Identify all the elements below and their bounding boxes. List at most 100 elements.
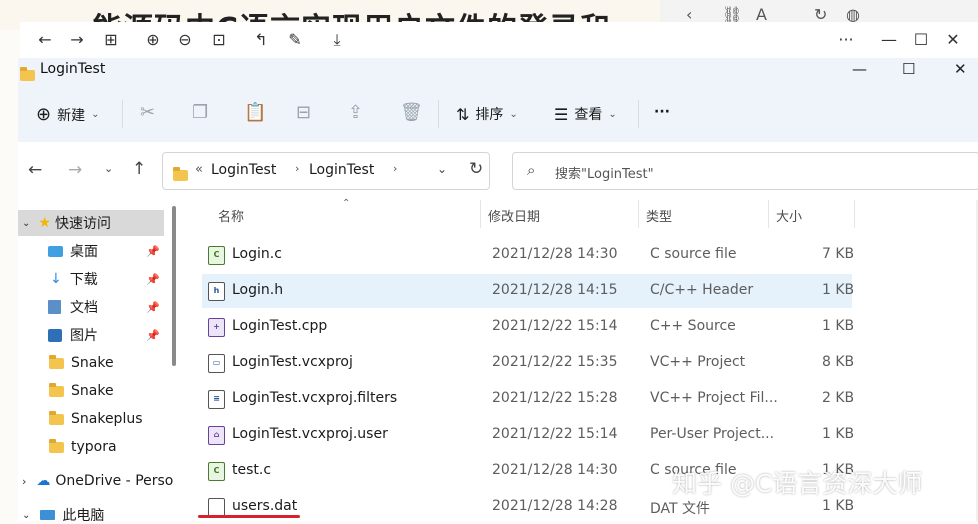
file-row[interactable]: C Login.c 2021/12/28 14:30 C source file… — [202, 238, 855, 272]
more-button[interactable]: ··· — [835, 30, 857, 50]
file-row[interactable]: ▭ LoginTest.vcxproj 2021/12/22 15:35 VC+… — [202, 346, 854, 380]
sidebar-item-quick-access[interactable]: ⌄ ★ 快速访问 — [18, 210, 164, 236]
file-row[interactable]: + LoginTest.cpp 2021/12/22 15:14 C++ Sou… — [202, 310, 854, 344]
sidebar-scrollbar[interactable] — [172, 206, 176, 366]
recent-locations-icon[interactable]: ⌄ — [104, 162, 113, 175]
fit-icon[interactable]: ⊡ — [208, 30, 230, 50]
file-type: DAT 文件 — [650, 501, 711, 517]
file-name: test.c — [232, 462, 272, 478]
chevron-down-icon: ⌄ — [91, 109, 100, 120]
sidebar-item-label: 桌面 — [70, 244, 98, 260]
save-icon[interactable]: ⤓ — [326, 30, 348, 50]
sidebar-item-label: 快速访问 — [54, 216, 111, 232]
rename-icon[interactable]: ⊟ — [296, 102, 311, 123]
more-options-button[interactable]: ··· — [654, 104, 670, 120]
watermark: 知乎 @C语言资深大师 — [672, 469, 923, 498]
sidebar-item-downloads[interactable]: ↓ 下载 📌 — [18, 266, 164, 292]
forward-icon[interactable]: → — [68, 160, 82, 180]
highlight-underline — [198, 515, 300, 518]
file-row[interactable]: h Login.h 2021/12/28 14:15 C/C++ Header … — [202, 274, 854, 308]
chevron-down-icon[interactable]: ⌄ — [22, 218, 30, 229]
sidebar-item-snakeplus[interactable]: Snakeplus — [18, 406, 164, 432]
sidebar-item-this-pc[interactable]: ⌄ 此电脑 — [18, 502, 164, 521]
header-file-icon: h — [208, 282, 225, 301]
sidebar-item-pictures[interactable]: 图片 📌 — [18, 322, 164, 348]
minimize-icon[interactable]: — — [878, 30, 900, 50]
folder-icon — [20, 66, 35, 85]
refresh-icon[interactable]: ↻ — [469, 159, 483, 179]
view-button-label: 查看 — [574, 107, 603, 123]
sidebar-item-snake[interactable]: Snake — [18, 378, 164, 404]
folder-icon — [173, 166, 188, 185]
document-icon — [48, 300, 61, 314]
navigation-pane: ⌄ ★ 快速访问 桌面 📌 ↓ 下载 📌 文档 📌 图片 📌 Snake Sna… — [18, 200, 176, 521]
cpp-file-icon: + — [208, 318, 225, 337]
sort-ascending-icon: ⌃ — [342, 198, 351, 209]
back-icon[interactable]: ← — [28, 160, 42, 180]
folder-icon — [49, 354, 64, 369]
viewer-toolbar: ← → ⊞ ⊕ ⊖ ⊡ ↰ ✎ ⤓ ··· — ☐ ✕ — [20, 22, 978, 59]
minimize-icon[interactable]: — — [852, 60, 867, 78]
cut-icon[interactable]: ✂ — [140, 102, 155, 123]
title-bar: LoginTest — ☐ ✕ — [18, 58, 978, 86]
sidebar-item-documents[interactable]: 文档 📌 — [18, 294, 164, 320]
zoom-in-icon[interactable]: ⊕ — [142, 30, 164, 50]
up-icon[interactable]: ↑ — [132, 159, 146, 179]
file-row[interactable]: ⌂ LoginTest.vcxproj.user 2021/12/22 15:1… — [202, 418, 854, 452]
sidebar-item-onedrive[interactable]: › ☁ OneDrive - Perso — [18, 468, 176, 494]
chevron-down-icon[interactable]: ⌄ — [437, 162, 447, 176]
file-size: 7 KB — [822, 246, 855, 262]
address-bar[interactable]: « LoginTest › LoginTest › ⌄ ↻ — [162, 152, 490, 190]
pin-icon: 📌 — [146, 272, 160, 286]
sidebar-item-label: OneDrive - Perso — [55, 473, 174, 489]
copy-icon[interactable]: ❐ — [192, 102, 208, 123]
file-name: LoginTest.vcxproj.user — [232, 426, 388, 442]
chevron-down-icon: ⌄ — [509, 108, 518, 120]
file-name: LoginTest.vcxproj.filters — [232, 390, 398, 406]
sidebar-item-snake[interactable]: Snake — [18, 350, 164, 376]
navigation-bar: ← → ⌄ ↑ « LoginTest › LoginTest › ⌄ ↻ ⌕ … — [18, 142, 978, 200]
new-button[interactable]: ⊕ 新建 ⌄ — [36, 104, 99, 125]
folder-icon — [49, 382, 64, 397]
maximize-icon[interactable]: ☐ — [902, 60, 915, 78]
chevron-down-icon[interactable]: ⌄ — [22, 510, 30, 521]
close-icon[interactable]: ✕ — [942, 30, 964, 50]
maximize-icon[interactable]: ☐ — [910, 30, 932, 50]
column-header-size[interactable]: 大小 — [776, 206, 802, 225]
file-type: C++ Source — [650, 318, 736, 334]
sort-button[interactable]: ⇅ 排序 ⌄ — [456, 104, 518, 124]
file-date: 2021/12/22 15:28 — [492, 390, 618, 406]
search-box[interactable]: ⌕ 搜索"LoginTest" — [512, 152, 978, 190]
edit-icon[interactable]: ✎ — [284, 30, 306, 50]
file-date: 2021/12/22 15:35 — [492, 354, 618, 370]
grid-icon[interactable]: ⊞ — [100, 30, 122, 50]
forward-icon[interactable]: → — [66, 30, 88, 50]
delete-icon[interactable]: 🗑 — [400, 102, 423, 123]
sidebar-item-desktop[interactable]: 桌面 📌 — [18, 238, 164, 264]
project-file-icon: ▭ — [208, 354, 225, 373]
chevron-right-icon[interactable]: › — [22, 475, 26, 488]
pin-icon: 📌 — [146, 244, 160, 258]
sidebar-item-label: 文档 — [70, 300, 98, 316]
column-header-type[interactable]: 类型 — [646, 206, 672, 225]
view-button[interactable]: ☰ 查看 ⌄ — [554, 104, 617, 124]
paste-icon[interactable]: 📋 — [244, 102, 266, 123]
zoom-out-icon[interactable]: ⊖ — [174, 30, 196, 50]
folder-icon — [49, 410, 64, 425]
close-icon[interactable]: ✕ — [954, 60, 967, 78]
back-icon[interactable]: ← — [34, 30, 56, 50]
file-date: 2021/12/22 15:14 — [492, 318, 618, 334]
file-row[interactable]: ≡ LoginTest.vcxproj.filters 2021/12/22 1… — [202, 382, 854, 416]
breadcrumb-overflow[interactable]: « — [195, 162, 203, 177]
file-name: Login.h — [232, 282, 284, 298]
sidebar-item-label: Snakeplus — [71, 411, 143, 427]
search-placeholder: 搜索"LoginTest" — [555, 167, 654, 182]
rotate-icon[interactable]: ↰ — [250, 30, 272, 50]
column-header-name[interactable]: 名称 — [218, 206, 244, 225]
column-header-date[interactable]: 修改日期 — [488, 206, 540, 225]
sidebar-item-label: 下载 — [69, 272, 98, 288]
breadcrumb-item[interactable]: LoginTest — [309, 162, 374, 178]
share-icon[interactable]: ⇪ — [348, 102, 363, 123]
breadcrumb-item[interactable]: LoginTest — [211, 162, 276, 178]
sidebar-item-typora[interactable]: typora — [18, 434, 164, 460]
